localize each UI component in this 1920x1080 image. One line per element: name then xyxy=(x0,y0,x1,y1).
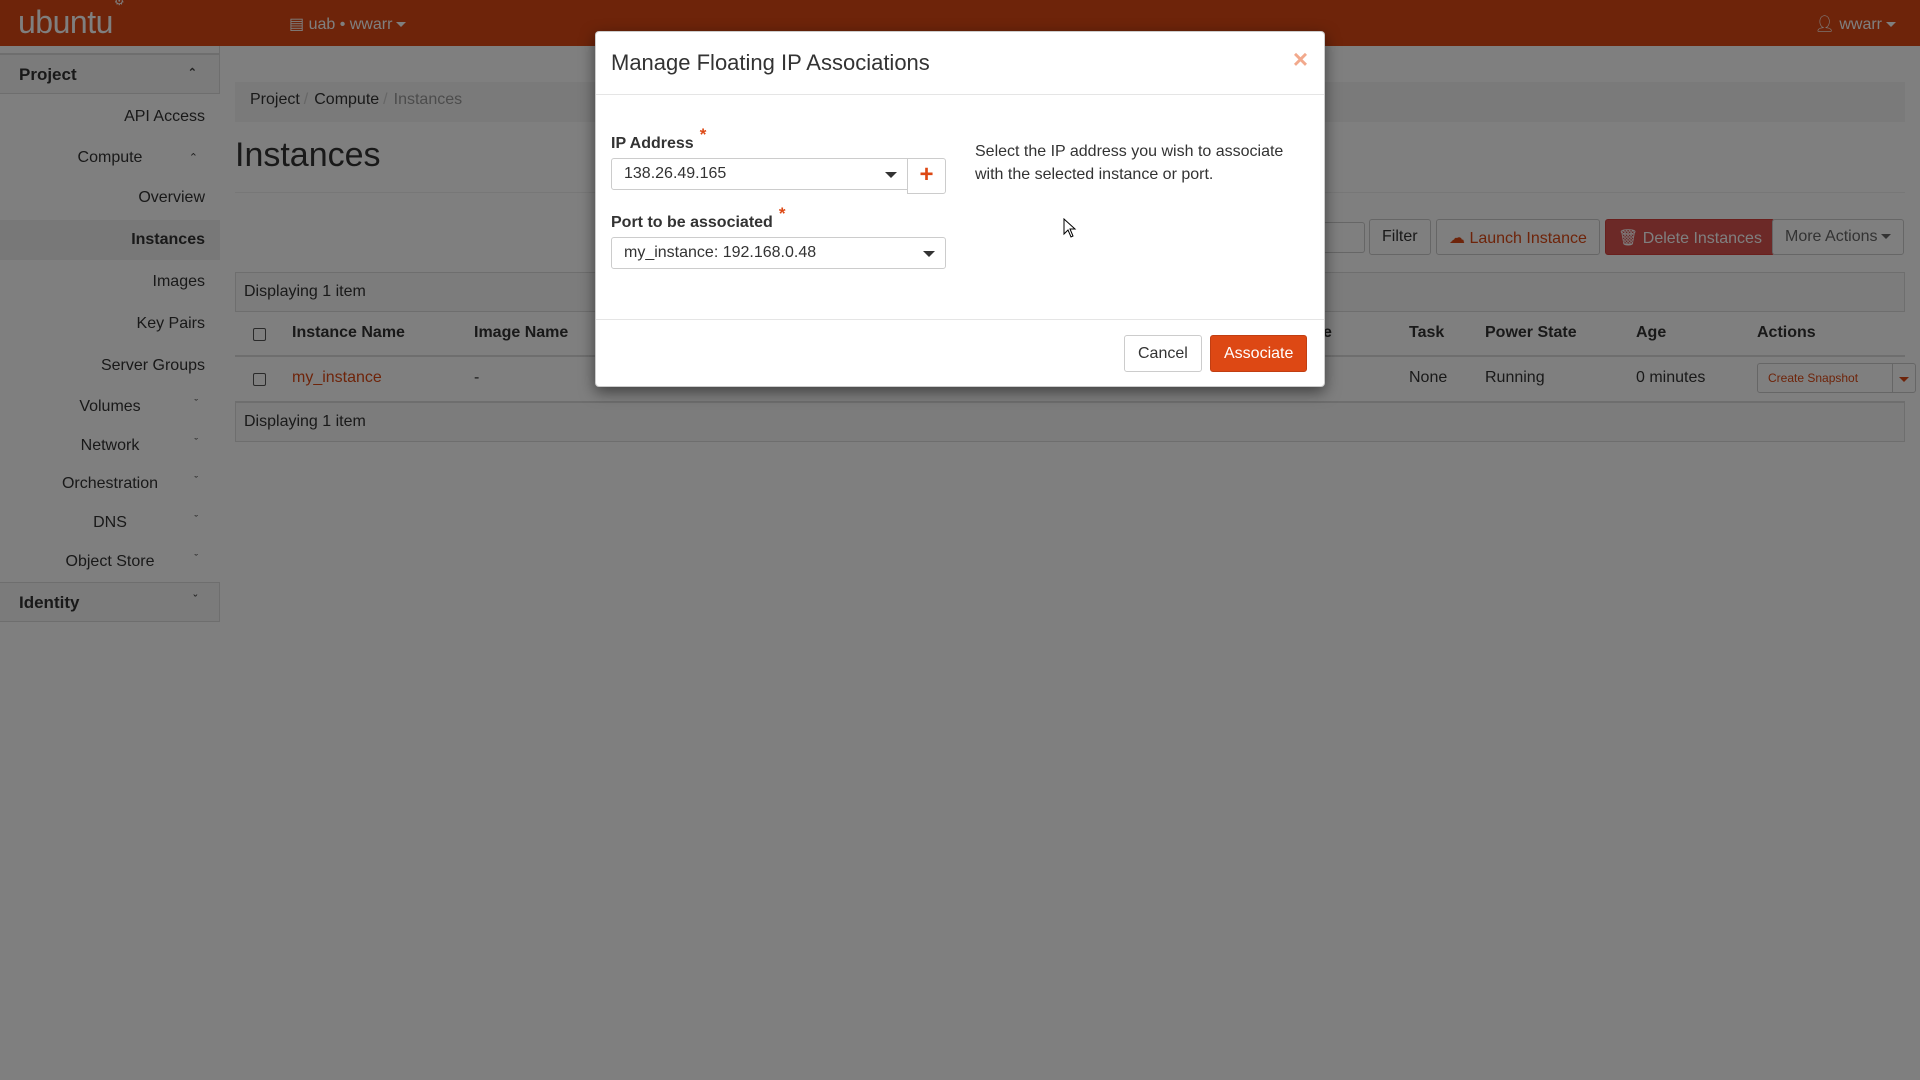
modal-footer: Cancel Associate xyxy=(596,319,1324,386)
ip-address-label-text: IP Address xyxy=(611,135,694,152)
port-select[interactable]: my_instance: 192.168.0.48 xyxy=(611,237,946,269)
associate-button[interactable]: Associate xyxy=(1210,335,1308,372)
ip-address-value: 138.26.49.165 xyxy=(624,165,727,182)
floating-ip-dialog: Manage Floating IP Associations × IP Add… xyxy=(595,31,1325,387)
ip-address-select[interactable]: 138.26.49.165 xyxy=(611,158,908,190)
port-label: Port to be associated * xyxy=(611,204,785,232)
modal-title: Manage Floating IP Associations xyxy=(611,50,930,75)
dropdown-arrow-icon xyxy=(885,172,897,178)
cancel-button[interactable]: Cancel xyxy=(1124,335,1202,372)
required-asterisk: * xyxy=(778,204,786,223)
port-label-text: Port to be associated xyxy=(611,214,773,231)
required-asterisk: * xyxy=(699,125,707,144)
mouse-cursor-icon xyxy=(1063,218,1077,238)
help-text: Select the IP address you wish to associ… xyxy=(975,143,1284,183)
ip-address-label: IP Address * xyxy=(611,125,706,153)
dropdown-arrow-icon xyxy=(923,251,935,257)
close-icon[interactable]: × xyxy=(1293,44,1308,75)
modal-header: Manage Floating IP Associations × xyxy=(596,32,1324,95)
port-value: my_instance: 192.168.0.48 xyxy=(624,244,817,261)
allocate-ip-plus-button[interactable]: + xyxy=(907,158,946,194)
